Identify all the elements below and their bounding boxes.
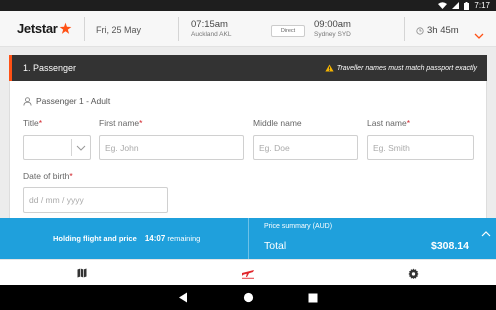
passport-warning: Traveller names must match passport exac… xyxy=(325,64,477,72)
map-icon xyxy=(77,268,87,278)
arrival-time: 09:00am xyxy=(314,19,351,30)
price-summary-label: Price summary (AUD) xyxy=(264,223,333,230)
passenger-type-label: Passenger 1 - Adult xyxy=(23,96,110,106)
first-name-label-text: First name xyxy=(99,118,140,128)
required-marker: * xyxy=(69,171,73,181)
divider xyxy=(404,17,405,41)
clock-icon xyxy=(416,26,424,35)
dob-label-text: Date of birth xyxy=(23,171,70,181)
duration-text: 3h 45m xyxy=(427,25,459,36)
timer-suffix: remaining xyxy=(167,234,201,243)
flight-duration: 3h 45m xyxy=(416,25,459,36)
jetstar-logo: Jetstar xyxy=(17,21,72,36)
holding-message: Holding flight and price 14:07 remaining xyxy=(53,234,200,243)
select-divider xyxy=(71,139,72,156)
first-name-input[interactable]: Eg. John xyxy=(99,135,244,160)
recents-icon[interactable] xyxy=(306,291,320,304)
last-name-label-text: Last name xyxy=(367,118,407,128)
status-time: 7:17 xyxy=(474,1,490,10)
holding-text: Holding flight and price xyxy=(53,234,137,243)
middle-name-label: Middle name xyxy=(253,118,302,128)
bottom-tab-bar xyxy=(0,259,496,285)
total-label: Total xyxy=(264,240,287,252)
expand-chevron-icon[interactable] xyxy=(474,26,484,44)
star-icon xyxy=(59,22,71,34)
hold-timer: 14:07 remaining xyxy=(145,234,201,243)
warning-icon xyxy=(325,64,334,72)
divider xyxy=(84,17,85,41)
tab-flight[interactable] xyxy=(218,260,278,286)
title-label: Title* xyxy=(23,118,42,128)
required-marker: * xyxy=(139,118,143,128)
battery-icon xyxy=(464,1,470,10)
divider xyxy=(178,17,179,41)
section-title: 1. Passenger xyxy=(23,63,77,73)
system-nav-bar xyxy=(0,285,496,310)
warning-text: Traveller names must match passport exac… xyxy=(336,64,477,72)
timer-value: 14:07 xyxy=(144,234,166,243)
signal-icon xyxy=(452,2,460,9)
person-icon xyxy=(23,96,32,106)
wifi-icon xyxy=(438,2,448,9)
passenger-card-header: 1. Passenger Traveller names must match … xyxy=(9,55,487,81)
first-name-label: First name* xyxy=(99,118,142,128)
required-marker: * xyxy=(406,118,411,128)
chevron-down-icon xyxy=(76,145,86,151)
status-bar: 7:17 xyxy=(0,0,496,11)
chevron-up-icon[interactable] xyxy=(481,224,491,242)
brand-name: Jetstar xyxy=(17,21,58,36)
last-name-input[interactable]: Eg. Smith xyxy=(367,135,474,160)
back-icon[interactable] xyxy=(176,291,190,304)
departure-city: Auckland AKL xyxy=(191,31,232,38)
dob-label: Date of birth* xyxy=(23,171,73,181)
tab-map[interactable] xyxy=(52,260,112,286)
settings-icon xyxy=(407,267,419,279)
flight-date: Fri, 25 May xyxy=(96,25,142,35)
total-value: $308.14 xyxy=(431,240,469,252)
home-icon[interactable] xyxy=(241,291,255,304)
divider xyxy=(248,218,249,259)
price-bar[interactable]: Holding flight and price 14:07 remaining… xyxy=(0,218,496,259)
arrival-city: Sydney SYD xyxy=(314,31,351,38)
required-marker: * xyxy=(38,118,43,128)
passenger-type-text: Passenger 1 - Adult xyxy=(36,96,111,106)
stops-badge: Direct xyxy=(271,25,305,37)
last-name-label: Last name* xyxy=(367,118,410,128)
title-label-text: Title xyxy=(23,118,39,128)
title-select[interactable] xyxy=(23,135,91,160)
departure-time: 07:15am xyxy=(191,19,228,30)
dob-input[interactable]: dd / mm / yyyy xyxy=(23,187,168,213)
flight-summary-bar[interactable]: Jetstar Fri, 25 May 07:15am Auckland AKL… xyxy=(0,11,496,47)
tab-settings[interactable] xyxy=(383,260,443,286)
flight-icon xyxy=(242,270,254,279)
middle-name-input[interactable]: Eg. Doe xyxy=(253,135,358,160)
